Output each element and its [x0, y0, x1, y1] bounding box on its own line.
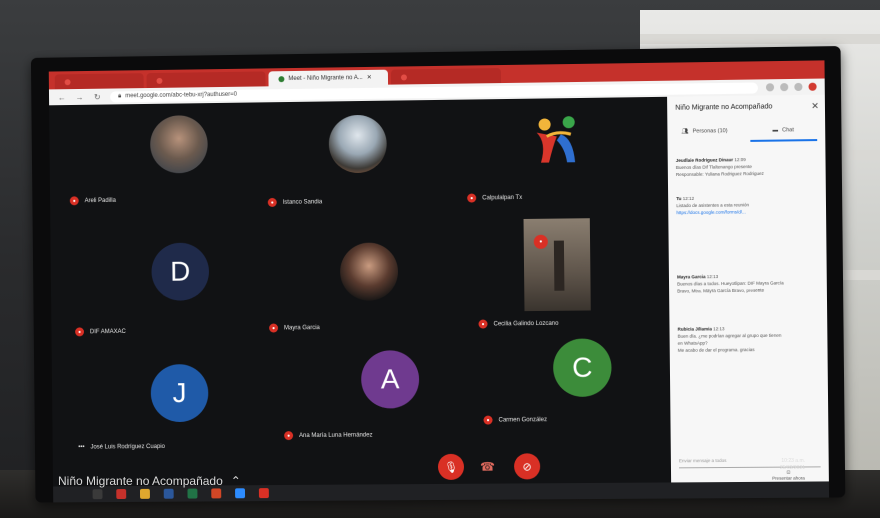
toolbar-icons	[765, 82, 817, 92]
lock-icon: 🔒︎	[118, 92, 122, 99]
participant-name-row: ● DIF AMAXAC	[75, 327, 126, 337]
meet-favicon-icon	[278, 75, 285, 82]
participant-tile: A ● Ana María Luna Hernández	[269, 330, 470, 442]
meeting-grid: ● Areli Padilla ● Istanco Sandia ● Calpu…	[49, 96, 671, 453]
reload-icon[interactable]: ↻	[92, 92, 102, 101]
chat-panel: Niño Migrante no Acompañado ✕ 👥︎ Persona…	[667, 94, 829, 485]
mic-off-icon: ●	[284, 431, 294, 441]
chevron-up-icon[interactable]: ⌃	[231, 474, 241, 488]
tab-favicon-icon	[400, 73, 407, 80]
participant-avatar: D	[151, 242, 210, 301]
participant-video: ●	[523, 218, 591, 312]
app-task-icon[interactable]	[258, 488, 269, 499]
menu-icon[interactable]	[808, 82, 817, 91]
chat-message: Tu 12:12 Listado de asistentes a esta re…	[676, 193, 818, 216]
mic-off-icon: ●	[533, 234, 548, 249]
participant-tile: ● ● Cecilia Galindo Lozcano	[467, 217, 669, 329]
participant-avatar	[339, 242, 399, 301]
active-tab-indicator	[750, 139, 818, 142]
participant-avatar	[328, 114, 387, 174]
mic-off-icon: ●	[478, 319, 488, 329]
mic-off-icon: ●	[467, 193, 477, 203]
extension-icon[interactable]	[765, 83, 775, 92]
mic-off-icon: ●	[483, 415, 493, 425]
participant-name-row: ••• José Luis Rodríguez Cuapio	[78, 443, 165, 451]
participant-avatar	[149, 115, 208, 174]
browser-tab[interactable]	[390, 68, 502, 85]
participant-name-row: ● Calpulalpan Tx	[467, 193, 522, 203]
windows-start-icon[interactable]	[92, 489, 103, 500]
chat-link[interactable]: https://docs.google.com/forms/d/...	[676, 208, 818, 217]
participant-tile: ● Calpulalpan Tx	[466, 97, 668, 210]
participant-name-row: ● Carmen González	[483, 415, 547, 425]
mic-off-icon: ●	[267, 197, 277, 207]
panel-title: Niño Migrante no Acompañado	[675, 103, 773, 112]
back-icon[interactable]: ←	[57, 93, 67, 102]
zoom-task-icon[interactable]	[235, 488, 246, 499]
participant-name-row: ● Istanco Sandia	[267, 197, 322, 207]
tab-people[interactable]: 👥︎ Personas (10)	[682, 128, 728, 135]
mic-off-icon: ●	[69, 196, 79, 206]
camera-toggle-button[interactable]: ⊘	[513, 453, 541, 480]
screen: Meet - Niño Migrante no A... ✕ ← → ↻ 🔒︎ …	[48, 60, 829, 489]
chat-message: Mayra Garcia 12:13 Buenos días a todos. …	[677, 274, 784, 294]
browser-tab[interactable]	[146, 71, 266, 89]
participant-avatar: A	[360, 350, 420, 409]
close-tab-icon[interactable]: ✕	[367, 74, 372, 81]
participant-avatar: J	[150, 364, 209, 423]
more-icon: •••	[78, 444, 85, 451]
participant-avatar: C	[552, 338, 612, 398]
participant-name-row: ● Ana María Luna Hernández	[284, 430, 373, 441]
forward-icon[interactable]: →	[75, 92, 85, 101]
close-icon[interactable]: ✕	[811, 101, 819, 112]
browser-tab[interactable]	[54, 73, 144, 90]
chat-message: Jeudlaie Rodriguez Dinaur 12:09 Buenos d…	[675, 157, 764, 178]
profile-icon[interactable]	[794, 82, 803, 92]
tab-chat[interactable]: ▬ Chat	[772, 127, 793, 133]
tab-favicon-icon	[156, 77, 163, 84]
participant-tile: C ● Carmen González	[469, 328, 671, 440]
participant-logo-icon	[536, 116, 587, 163]
meeting-name: Niño Migrante no Acompañado ⌃	[58, 474, 241, 488]
tab-favicon-icon	[64, 78, 71, 85]
system-clock: 10:23 a.m. 25/02/2021	[780, 458, 806, 471]
powerpoint-task-icon[interactable]	[211, 488, 222, 499]
browser-task-icon[interactable]	[116, 489, 127, 500]
people-icon: 👥︎	[681, 128, 689, 135]
star-icon[interactable]	[780, 83, 789, 92]
chat-icon: ▬	[772, 127, 779, 134]
participant-name-row: ● Areli Padilla	[69, 196, 116, 206]
participant-tile: J ••• José Luis Rodríguez Cuapio	[71, 342, 270, 453]
participant-name-row: ● Cecilia Galindo Lozcano	[478, 319, 558, 329]
excel-task-icon[interactable]	[187, 488, 198, 499]
participant-tile: ● Istanco Sandia	[267, 100, 468, 212]
folder-task-icon[interactable]	[139, 488, 150, 499]
video-figure	[553, 240, 565, 291]
participant-tile: ● Mayra Garcia	[268, 220, 469, 333]
chat-message: Rubicia Jiliamia 12:13 Buen día. ¿me pod…	[677, 326, 782, 353]
monitor: Meet - Niño Migrante no A... ✕ ← → ↻ 🔒︎ …	[30, 46, 846, 503]
participant-tile: D ● DIF AMAXAC	[70, 222, 269, 337]
hang-up-button[interactable]: ☎	[480, 460, 495, 474]
word-task-icon[interactable]	[163, 488, 174, 499]
browser-tab-meet[interactable]: Meet - Niño Migrante no A... ✕	[268, 69, 389, 87]
mic-toggle-button[interactable]: 🎙︎	[437, 453, 465, 480]
participant-tile: ● Areli Padilla	[69, 102, 268, 214]
mic-off-icon: ●	[75, 327, 85, 337]
